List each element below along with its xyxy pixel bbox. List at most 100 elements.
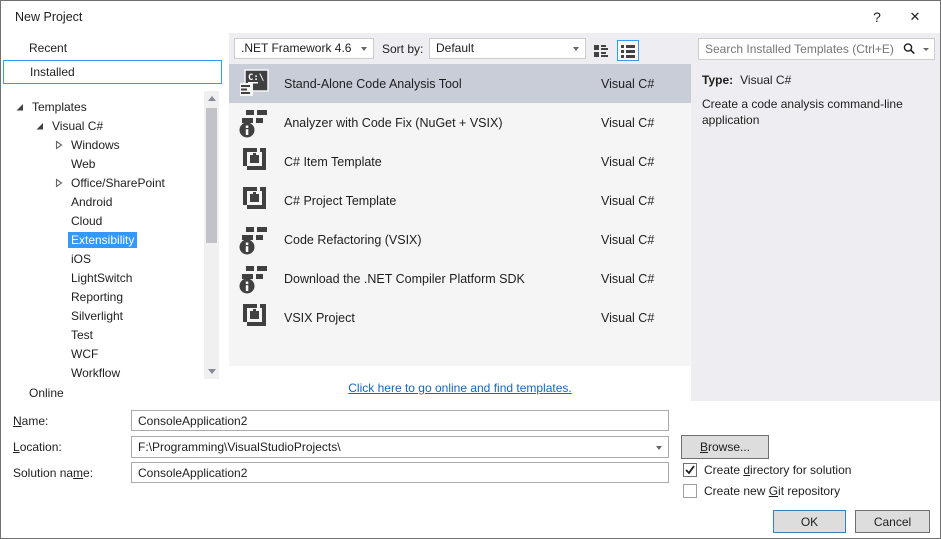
tree-item-label[interactable]: Office/SharePoint: [68, 175, 168, 191]
tree-item-android[interactable]: Android: [1, 192, 204, 211]
tree-item-workflow[interactable]: Workflow: [1, 363, 204, 379]
tree-item-cloud[interactable]: Cloud: [1, 211, 204, 230]
chevron-down-icon[interactable]: [656, 446, 662, 450]
location-combobox[interactable]: [131, 436, 669, 458]
solution-name-field[interactable]: [131, 462, 669, 483]
tree-item-web[interactable]: Web: [1, 154, 204, 173]
git-repository-checkbox[interactable]: [683, 484, 697, 498]
tree-item-label[interactable]: Reporting: [68, 289, 126, 305]
browse-button[interactable]: Browse...: [681, 435, 769, 459]
details-panel: Type:Visual C# Create a code analysis co…: [691, 33, 941, 401]
template-icon: [238, 184, 270, 216]
scroll-up-button[interactable]: [204, 91, 219, 106]
tree-item-test[interactable]: Test: [1, 325, 204, 344]
tree-item-extensibility[interactable]: Extensibility: [1, 230, 204, 249]
tree-item-label[interactable]: Silverlight: [68, 308, 126, 324]
search-input[interactable]: [699, 42, 902, 56]
tree-scrollbar[interactable]: [204, 91, 219, 379]
framework-dropdown-value: .NET Framework 4.6: [241, 41, 351, 55]
cancel-button[interactable]: Cancel: [855, 510, 930, 533]
template-row-c-item-template[interactable]: C# Item TemplateVisual C#: [229, 142, 691, 181]
location-label: Location:: [13, 440, 62, 454]
location-field[interactable]: [132, 437, 647, 457]
tree-item-label[interactable]: LightSwitch: [68, 270, 135, 286]
template-language: Visual C#: [601, 272, 654, 286]
tree-item-reporting[interactable]: Reporting: [1, 287, 204, 306]
template-language: Visual C#: [601, 77, 654, 91]
tree-item-label[interactable]: Web: [68, 156, 98, 172]
tree-item-office-sharepoint[interactable]: Office/SharePoint: [1, 173, 204, 192]
template-row-download-the-net-compiler-platform-sdk[interactable]: Download the .NET Compiler Platform SDKV…: [229, 259, 691, 298]
tree-item-label[interactable]: Windows: [68, 137, 123, 153]
collapsed-arrow-icon[interactable]: [54, 178, 64, 188]
sidebar-item-recent[interactable]: Recent: [3, 37, 222, 59]
tree-item-label[interactable]: Android: [68, 194, 115, 210]
tree-item-label[interactable]: Cloud: [68, 213, 105, 229]
go-online-link[interactable]: Click here to go online and find templat…: [348, 381, 571, 395]
sidebar-item-installed[interactable]: Installed: [3, 60, 222, 84]
tree-item-windows[interactable]: Windows: [1, 135, 204, 154]
template-row-stand-alone-code-analysis-tool[interactable]: C:\Stand-Alone Code Analysis ToolVisual …: [229, 64, 691, 103]
template-language: Visual C#: [601, 311, 654, 325]
template-type-row: Type:Visual C#: [702, 73, 791, 87]
sidebar-item-label: Recent: [29, 41, 67, 55]
tree-item-label[interactable]: WCF: [68, 346, 101, 362]
expanded-arrow-icon[interactable]: [15, 102, 25, 112]
template-list: C:\Stand-Alone Code Analysis ToolVisual …: [229, 64, 691, 366]
list-view-button[interactable]: [617, 40, 639, 61]
tree-item-lightswitch[interactable]: LightSwitch: [1, 268, 204, 287]
template-row-c-project-template[interactable]: C# Project TemplateVisual C#: [229, 181, 691, 220]
analyzer-icon: [238, 223, 270, 255]
analyzer-icon: [238, 106, 270, 138]
tree-item-visual-c[interactable]: Visual C#: [1, 116, 204, 135]
framework-dropdown[interactable]: .NET Framework 4.6: [234, 38, 374, 59]
template-name: Analyzer with Code Fix (NuGet + VSIX): [284, 116, 502, 130]
template-language: Visual C#: [601, 116, 654, 130]
type-label: Type:: [702, 73, 733, 87]
ok-button[interactable]: OK: [773, 510, 846, 533]
tree-item-wcf[interactable]: WCF: [1, 344, 204, 363]
tree-item-silverlight[interactable]: Silverlight: [1, 306, 204, 325]
tree-item-label[interactable]: Extensibility: [68, 232, 137, 248]
search-options-chevron-icon[interactable]: [923, 48, 929, 51]
grid-view-icon: [593, 43, 611, 59]
template-name: VSIX Project: [284, 311, 355, 325]
title-bar: New Project ? ✕: [1, 1, 940, 33]
tree-item-label[interactable]: Workflow: [68, 365, 123, 380]
expanded-arrow-icon[interactable]: [35, 121, 45, 131]
tree-item-label[interactable]: Visual C#: [49, 118, 106, 134]
template-language: Visual C#: [601, 194, 654, 208]
tree-item-label[interactable]: iOS: [68, 251, 94, 267]
checkmark-icon: [684, 464, 696, 476]
sidebar-item-online[interactable]: Online: [3, 382, 222, 404]
scrollbar-thumb[interactable]: [206, 108, 217, 243]
template-row-analyzer-with-code-fix-nuget-vsix[interactable]: Analyzer with Code Fix (NuGet + VSIX) Vis…: [229, 103, 691, 142]
close-button[interactable]: ✕: [900, 5, 930, 29]
git-repository-label: Create new Git repository: [704, 484, 840, 498]
collapsed-arrow-icon[interactable]: [54, 140, 64, 150]
chevron-down-icon: [573, 47, 579, 51]
small-icons-view-button[interactable]: [591, 40, 613, 61]
template-name: Stand-Alone Code Analysis Tool: [284, 77, 462, 91]
help-button[interactable]: ?: [862, 5, 892, 29]
scroll-down-button[interactable]: [204, 364, 219, 379]
template-row-vsix-project[interactable]: VSIX Project Visual C#: [229, 298, 691, 337]
search-icon[interactable]: [902, 42, 916, 56]
tree-item-ios[interactable]: iOS: [1, 249, 204, 268]
create-directory-checkbox-row: Create directory for solution: [683, 462, 851, 478]
list-toolbar: .NET Framework 4.6 Sort by: Default: [229, 33, 691, 64]
template-name: C# Item Template: [284, 155, 382, 169]
template-name: Code Refactoring (VSIX): [284, 233, 422, 247]
name-field[interactable]: [131, 410, 669, 431]
template-row-code-refactoring-vsix[interactable]: Code Refactoring (VSIX)Visual C#: [229, 220, 691, 259]
create-directory-checkbox[interactable]: [683, 463, 697, 477]
tree-item-label[interactable]: Test: [68, 327, 96, 343]
tree-item-templates[interactable]: Templates: [1, 97, 204, 116]
tree-item-label[interactable]: Templates: [29, 99, 90, 115]
solution-name-label: Solution name:: [13, 466, 93, 480]
search-box[interactable]: [698, 38, 935, 60]
online-link-area: Click here to go online and find templat…: [229, 366, 691, 401]
sort-dropdown[interactable]: Default: [429, 38, 586, 59]
template-icon: [238, 145, 270, 177]
git-repository-checkbox-row: Create new Git repository: [683, 483, 840, 499]
